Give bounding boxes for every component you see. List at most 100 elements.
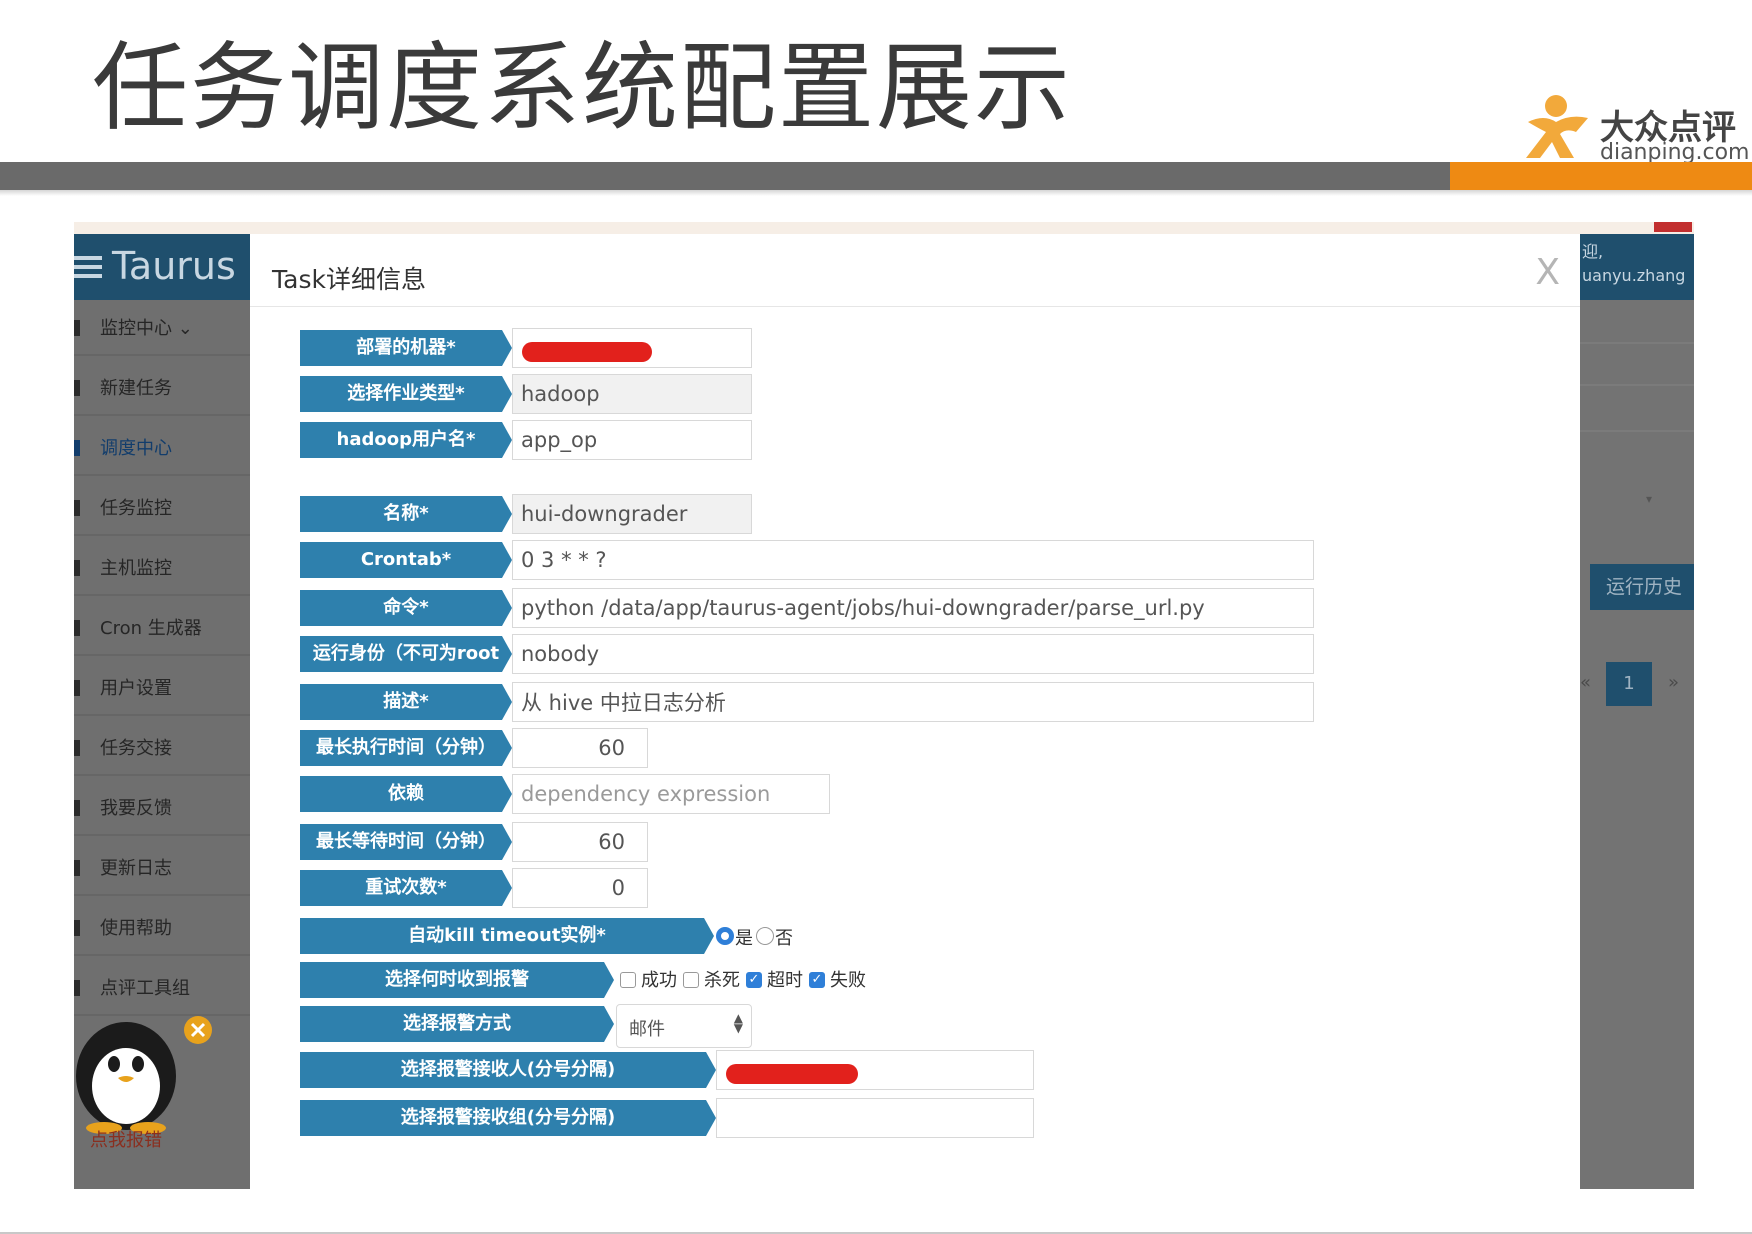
- transfer-icon: [74, 740, 80, 756]
- log-icon: [74, 860, 80, 876]
- sidebar-item-help[interactable]: 使用帮助: [74, 900, 250, 956]
- tools-icon: [74, 980, 80, 996]
- sidebar-item-label: 我要反馈: [100, 798, 172, 819]
- alert-failed-checkbox[interactable]: ✓: [809, 972, 825, 988]
- auto-kill-no-label: 否: [775, 928, 793, 949]
- alert-success-label: 成功: [641, 970, 677, 991]
- penguin-mascot-icon[interactable]: [74, 1004, 214, 1134]
- row-divider: [1580, 384, 1694, 386]
- sidebar-item-new-task[interactable]: 新建任务: [74, 360, 250, 416]
- comment-icon: [74, 800, 80, 816]
- logo-bar: Taurus: [74, 234, 250, 300]
- sidebar-item-cron-generator[interactable]: Cron 生成器: [74, 600, 250, 656]
- sidebar-item-schedule-center[interactable]: 调度中心: [74, 420, 250, 476]
- max-exec-time-label: 最长执行时间（分钟）: [300, 730, 512, 766]
- sidebar-item-label: Cron 生成器: [100, 618, 202, 639]
- crontab-label: Crontab*: [300, 542, 512, 578]
- dependency-input[interactable]: [512, 774, 830, 814]
- auto-kill-no-radio[interactable]: [756, 927, 774, 945]
- header-bar: [0, 162, 1450, 190]
- server-icon: [74, 560, 80, 576]
- sidebar-item-label: 用户设置: [100, 678, 172, 699]
- welcome-text: 迎,: [1582, 242, 1604, 261]
- caret-down-icon[interactable]: ▾: [1646, 492, 1652, 506]
- retry-count-input[interactable]: [512, 868, 648, 908]
- alert-when-label: 选择何时收到报警: [300, 962, 614, 998]
- auto-kill-yes-label: 是: [735, 928, 753, 949]
- monitor-icon: [74, 500, 80, 516]
- list-icon: [74, 440, 80, 456]
- alert-method-value: 邮件: [629, 1019, 665, 1040]
- alert-timeout-checkbox[interactable]: ✓: [746, 972, 762, 988]
- brand-logo: 大众点评 dianping.com: [1518, 92, 1749, 172]
- auto-kill-yes-radio[interactable]: [716, 927, 734, 945]
- auto-kill-label: 自动kill timeout实例*: [300, 918, 714, 954]
- name-input[interactable]: [512, 494, 752, 534]
- sidebar-item-task-handover[interactable]: 任务交接: [74, 720, 250, 776]
- sidebar-item-label: 主机监控: [100, 558, 172, 579]
- sidebar-item-label: 点评工具组: [100, 978, 190, 999]
- description-input[interactable]: [512, 682, 1314, 722]
- sidebar-item-monitor-center[interactable]: 监控中心 ⌄: [74, 300, 250, 356]
- max-wait-time-input[interactable]: [512, 822, 648, 862]
- dependency-label: 依赖: [300, 776, 512, 812]
- name-label: 名称*: [300, 496, 512, 532]
- max-wait-time-label: 最长等待时间（分钟）: [300, 824, 512, 860]
- pager-next[interactable]: »: [1668, 672, 1679, 693]
- help-icon: [74, 920, 80, 936]
- sidebar-item-label: 调度中心: [100, 438, 172, 459]
- max-exec-time-input[interactable]: [512, 728, 648, 768]
- pager-prev[interactable]: «: [1580, 672, 1591, 693]
- modal-title: Task详细信息: [272, 265, 426, 294]
- browser-top-strip: [74, 222, 1694, 234]
- sidebar-item-feedback[interactable]: 我要反馈: [74, 780, 250, 836]
- list-icon: [74, 620, 80, 636]
- alert-success-checkbox[interactable]: [620, 972, 636, 988]
- header-bar-accent: [1450, 162, 1752, 190]
- sidebar-item-user-settings[interactable]: 用户设置: [74, 660, 250, 716]
- job-type-input[interactable]: [512, 374, 752, 414]
- command-input[interactable]: [512, 588, 1314, 628]
- slide-title: 任务调度系统配置展示: [92, 32, 1072, 144]
- sidebar-item-task-monitor[interactable]: 任务监控: [74, 480, 250, 536]
- alert-method-select[interactable]: 邮件 ▲ ▼: [616, 1004, 752, 1048]
- crontab-input[interactable]: [512, 540, 1314, 580]
- app-screenshot: Taurus 监控中心 ⌄ 新建任务 调度中心 任务监控 主机监控 Cron 生…: [74, 222, 1694, 1189]
- sidebar-item-label: 使用帮助: [100, 918, 172, 939]
- pager-page-1[interactable]: 1: [1606, 662, 1652, 706]
- alert-killed-checkbox[interactable]: [683, 972, 699, 988]
- sidebar-item-label: 新建任务: [100, 378, 172, 399]
- menu-icon[interactable]: [74, 256, 102, 278]
- description-label: 描述*: [300, 684, 512, 720]
- background-right-panel: 迎, uanyu.zhang ▾ 运行历史 « 1 »: [1580, 234, 1694, 1189]
- sidebar-item-host-monitor[interactable]: 主机监控: [74, 540, 250, 596]
- alert-method-label: 选择报警方式: [300, 1006, 614, 1042]
- run-as-label: 运行身份（不可为root: [300, 636, 512, 672]
- select-arrows-icon: ▲ ▼: [733, 1011, 743, 1035]
- task-detail-modal: Task详细信息 X 部署的机器* 选择作业类型* hadoop用户名* 名称*…: [250, 234, 1580, 1189]
- dianping-figure-icon: [1526, 95, 1588, 158]
- alert-groups-label: 选择报警接收组(分号分隔): [300, 1100, 716, 1136]
- machine-label: 部署的机器*: [300, 330, 512, 366]
- report-error-link[interactable]: 点我报错: [90, 1126, 162, 1152]
- user-header: 迎, uanyu.zhang: [1580, 234, 1694, 300]
- alert-killed-label: 杀死: [704, 970, 740, 991]
- sidebar-item-label: 任务交接: [100, 738, 172, 759]
- alert-groups-input[interactable]: [716, 1098, 1034, 1138]
- hadoop-user-input[interactable]: [512, 420, 752, 460]
- notification-badge: [1654, 222, 1692, 232]
- redaction-mark: [522, 342, 652, 362]
- header-shadow: [0, 190, 1752, 196]
- edit-icon: [74, 380, 80, 396]
- command-label: 命令*: [300, 590, 512, 626]
- hadoop-user-label: hadoop用户名*: [300, 422, 512, 458]
- close-icon[interactable]: X: [1535, 252, 1560, 293]
- redaction-mark: [726, 1064, 858, 1084]
- run-history-button[interactable]: 运行历史: [1590, 564, 1694, 610]
- sidebar-item-label: 任务监控: [100, 498, 172, 519]
- user-icon: [74, 680, 80, 696]
- alert-failed-label: 失败: [830, 970, 866, 991]
- sidebar-item-changelog[interactable]: 更新日志: [74, 840, 250, 896]
- run-as-input[interactable]: [512, 634, 1314, 674]
- alert-timeout-label: 超时: [767, 970, 803, 991]
